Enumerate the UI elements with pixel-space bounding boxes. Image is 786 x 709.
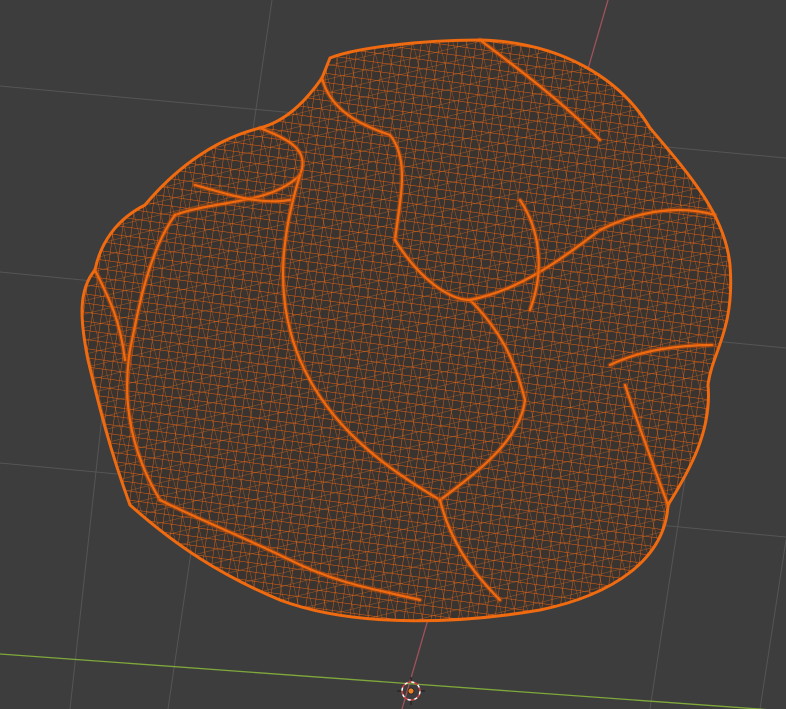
viewport-scene[interactable] — [0, 0, 786, 709]
x-axis-line — [0, 653, 768, 709]
selected-mesh-object[interactable] — [60, 30, 750, 650]
3d-viewport[interactable] — [0, 0, 786, 709]
3d-cursor-icon[interactable] — [397, 677, 425, 705]
grid-line — [759, 539, 786, 709]
